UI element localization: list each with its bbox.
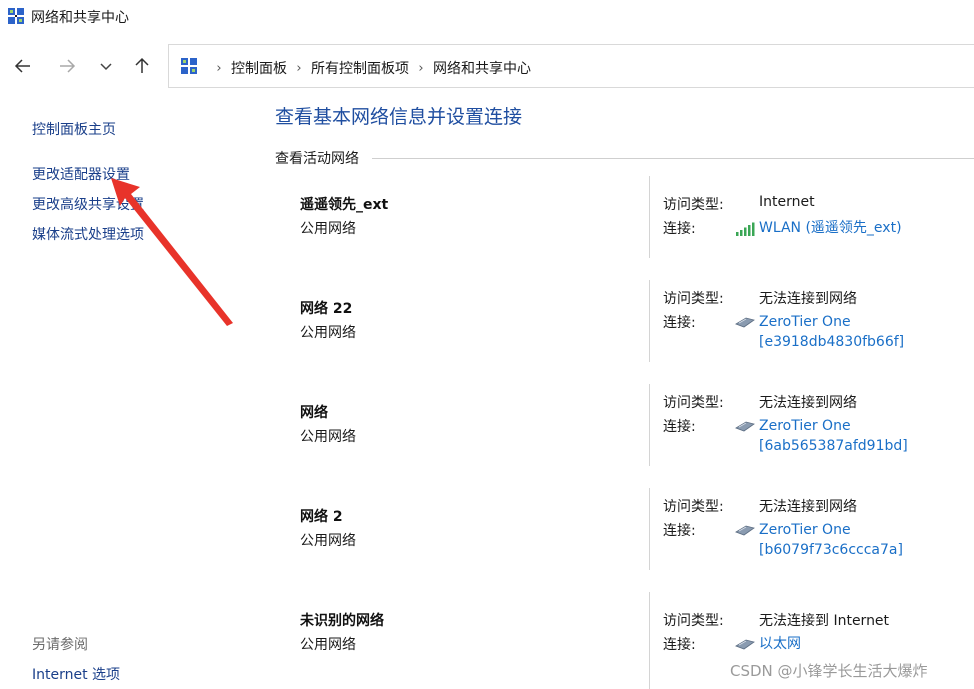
window-title: 网络和共享中心 [31, 10, 129, 26]
access-type-value: 无法连接到 Internet [759, 613, 890, 629]
connection-link[interactable]: ZeroTier One [759, 520, 851, 540]
column-divider [649, 280, 650, 362]
breadcrumb-control-panel[interactable]: 控制面板 [231, 58, 287, 78]
title-bar: 网络和共享中心 [0, 0, 974, 34]
address-bar[interactable]: › 控制面板 › 所有控制面板项 › 网络和共享中心 [168, 44, 974, 88]
access-type-label: 访问类型: [663, 499, 724, 515]
ethernet-adapter-icon [735, 525, 755, 536]
network-center-icon [8, 8, 24, 24]
watermark: CSDN @小锋学长生活大爆炸 [730, 662, 928, 680]
column-divider [649, 176, 650, 258]
network-entry: 网络 2 公用网络 访问类型: 无法连接到网络 连接: ZeroTier One… [0, 488, 974, 592]
breadcrumb-network-center[interactable]: 网络和共享中心 [433, 58, 531, 78]
section-divider [372, 158, 974, 159]
network-name: 未识别的网络 [300, 613, 384, 629]
network-name: 网络 22 [300, 301, 353, 317]
network-name: 网络 2 [300, 509, 343, 525]
ethernet-adapter-icon [735, 317, 755, 328]
network-name: 网络 [300, 405, 328, 421]
connection-link-id[interactable]: [e3918db4830fb66f] [759, 332, 904, 352]
recent-locations-button[interactable] [94, 54, 118, 78]
connection-link[interactable]: WLAN (遥遥领先_ext) [759, 218, 902, 238]
access-type-label: 访问类型: [663, 613, 724, 629]
ethernet-adapter-icon [735, 421, 755, 432]
access-type-value: 无法连接到网络 [759, 499, 857, 515]
network-entry: 网络 22 公用网络 访问类型: 无法连接到网络 连接: ZeroTier On… [0, 280, 974, 384]
column-divider [649, 488, 650, 570]
access-type-label: 访问类型: [663, 197, 724, 213]
column-divider [649, 592, 650, 689]
network-entry: 遥遥领先_ext 公用网络 访问类型: Internet 连接: WLAN (遥… [0, 176, 974, 280]
ethernet-adapter-icon [735, 639, 755, 650]
access-type-label: 访问类型: [663, 291, 724, 307]
breadcrumb-all-items[interactable]: 所有控制面板项 [311, 58, 409, 78]
breadcrumb: › 控制面板 › 所有控制面板项 › 网络和共享中心 [207, 58, 531, 78]
connection-link[interactable]: ZeroTier One [759, 416, 851, 436]
connection-label: 连接: [663, 419, 696, 435]
access-type-value: 无法连接到网络 [759, 395, 857, 411]
network-name: 遥遥领先_ext [300, 197, 389, 213]
network-category-link[interactable]: 公用网络 [300, 322, 356, 342]
page-title: 查看基本网络信息并设置连接 [275, 106, 523, 128]
chevron-right-icon[interactable]: › [207, 61, 231, 76]
up-button[interactable] [130, 54, 154, 78]
network-category-link[interactable]: 公用网络 [300, 530, 356, 550]
connection-label: 连接: [663, 523, 696, 539]
back-button[interactable] [11, 54, 35, 78]
connection-label: 连接: [663, 315, 696, 331]
connection-link-id[interactable]: [6ab565387afd91bd] [759, 436, 908, 456]
connection-label: 连接: [663, 221, 696, 237]
network-entry: 网络 公用网络 访问类型: 无法连接到网络 连接: ZeroTier One [… [0, 384, 974, 488]
chevron-right-icon[interactable]: › [287, 61, 311, 76]
connection-link[interactable]: ZeroTier One [759, 312, 851, 332]
arrow-right-icon [60, 59, 76, 73]
navigation-bar: › 控制面板 › 所有控制面板项 › 网络和共享中心 [0, 34, 974, 96]
connection-label: 连接: [663, 637, 696, 653]
network-category-link[interactable]: 公用网络 [300, 426, 356, 446]
access-type-label: 访问类型: [663, 395, 724, 411]
network-category-link[interactable]: 公用网络 [300, 218, 356, 238]
column-divider [649, 384, 650, 466]
connection-link[interactable]: 以太网 [759, 634, 801, 654]
sidebar-link-control-panel-home[interactable]: 控制面板主页 [32, 119, 116, 139]
chevron-right-icon[interactable]: › [409, 61, 433, 76]
chevron-down-icon [100, 63, 112, 71]
network-category-link[interactable]: 公用网络 [300, 634, 356, 654]
arrow-up-icon [135, 57, 149, 73]
active-networks-label: 查看活动网络 [275, 151, 359, 167]
connection-link-id[interactable]: [b6079f73c6ccca7a] [759, 540, 903, 560]
wifi-signal-icon [736, 222, 755, 236]
forward-button[interactable] [55, 54, 79, 78]
network-center-icon [181, 58, 197, 74]
arrow-left-icon [14, 59, 30, 73]
access-type-value: 无法连接到网络 [759, 291, 857, 307]
access-type-value: Internet [759, 194, 815, 210]
